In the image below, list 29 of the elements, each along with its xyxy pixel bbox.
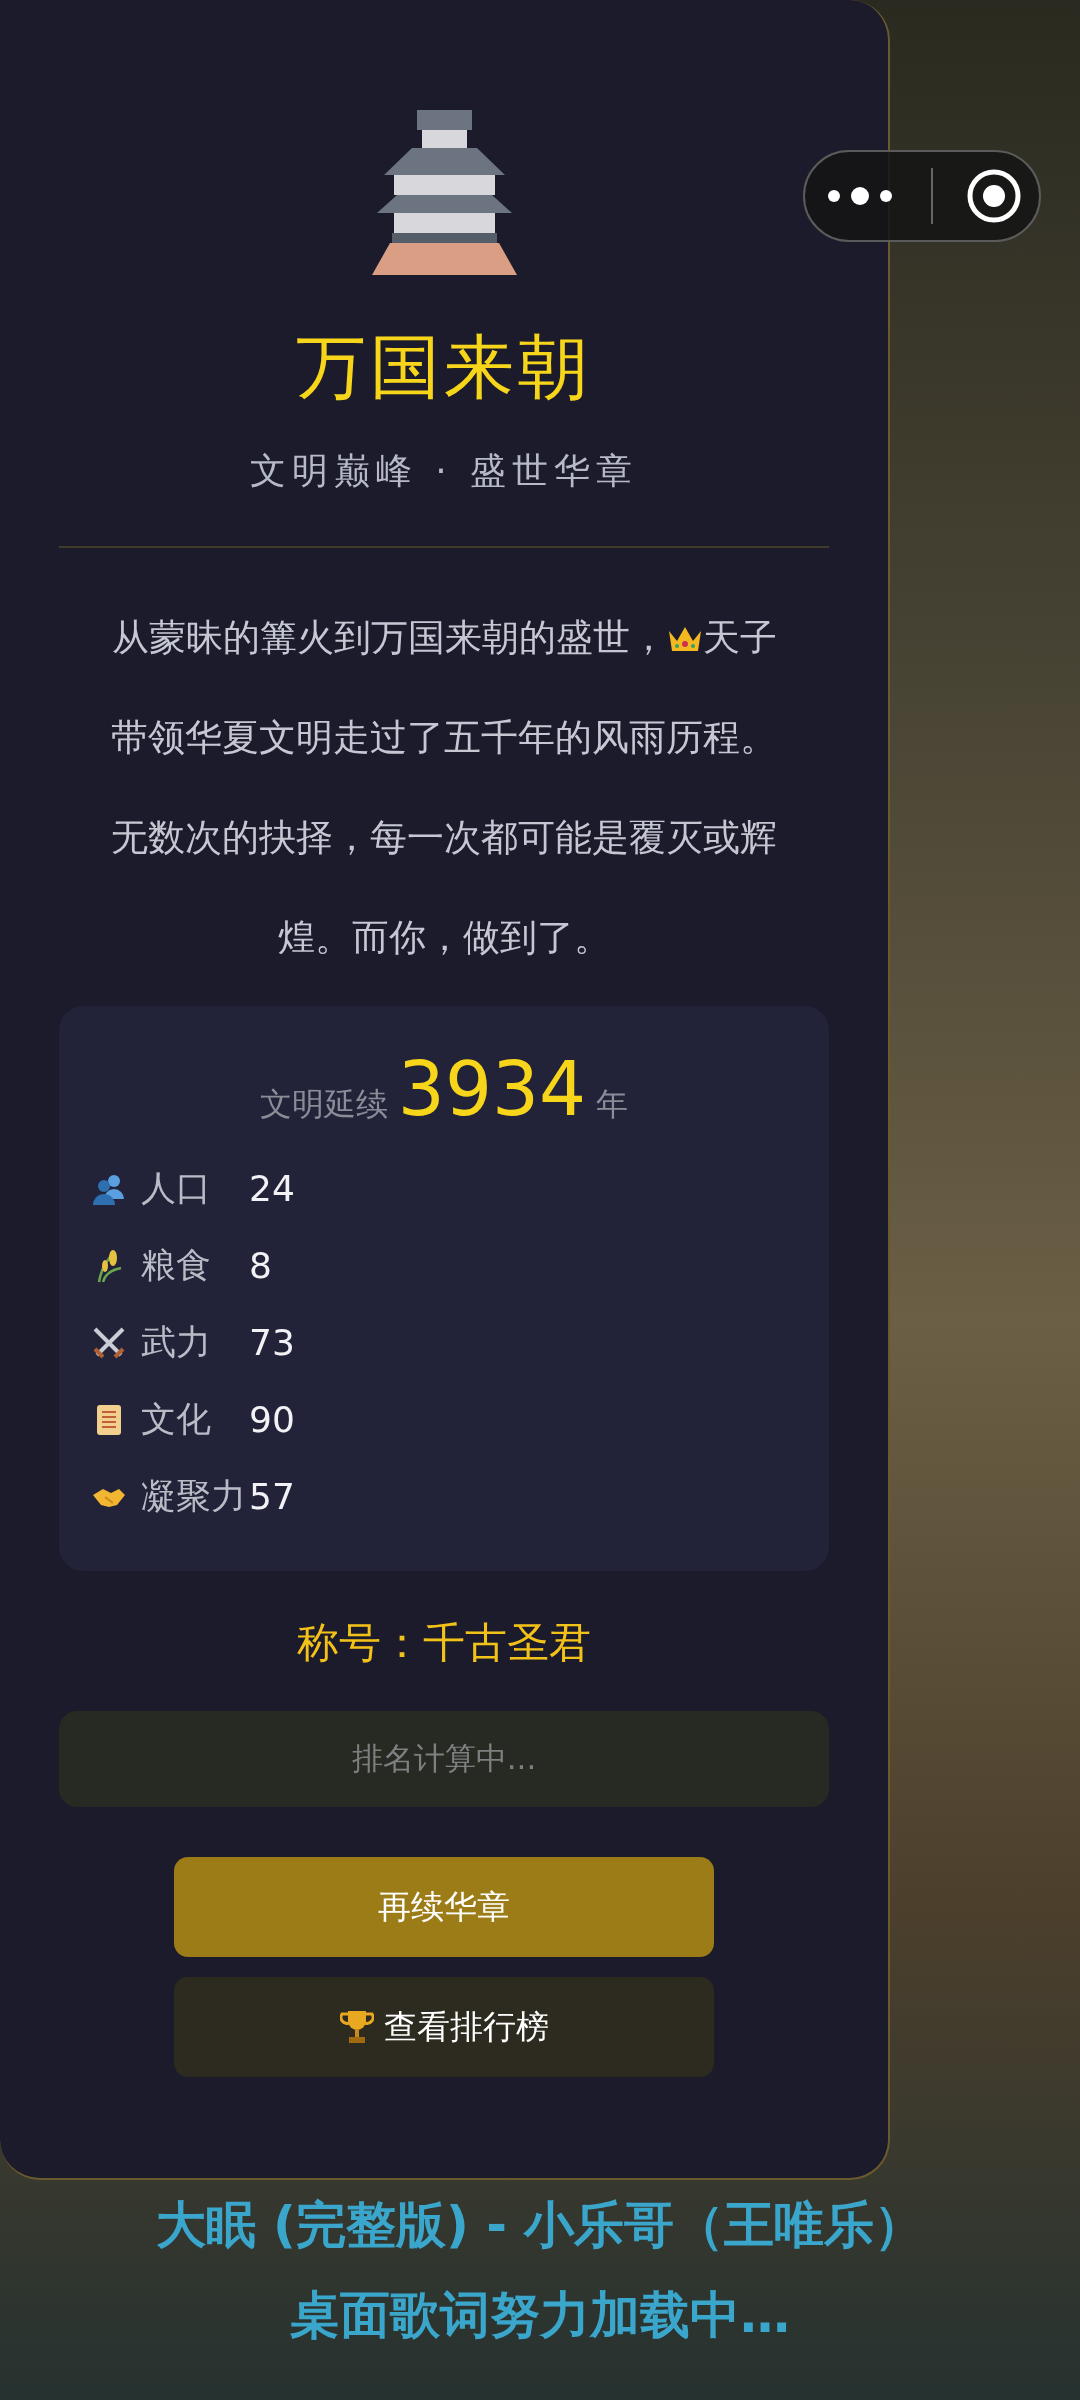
lyric-line: 大眠 (完整版) - 小乐哥（王唯乐）	[154, 2195, 926, 2256]
close-icon[interactable]	[966, 168, 1023, 224]
stat-value: 24	[249, 1168, 295, 1209]
leaderboard-button[interactable]: 查看排行榜	[174, 1977, 714, 2077]
story-text: 无数次的抉择，每一次都可能是覆灭或辉	[111, 815, 777, 861]
castle-icon	[371, 110, 517, 275]
trophy-icon	[339, 2009, 374, 2045]
continue-button[interactable]: 再续华章	[174, 1857, 714, 1957]
story-text: 从蒙昧的篝火到万国来朝的盛世，	[111, 615, 667, 661]
stat-label: 凝聚力	[141, 1475, 247, 1518]
stat-value: 73	[249, 1322, 295, 1363]
rank-status: 排名计算中...	[59, 1711, 829, 1807]
story-text: 天子	[702, 615, 777, 661]
result-title: 万国来朝	[296, 325, 592, 409]
rank-title: 称号：千古圣君	[297, 1617, 591, 1669]
result-subtitle: 文明巅峰 · 盛世华章	[249, 449, 639, 493]
duration-label: 文明延续	[259, 1084, 388, 1125]
stat-value: 90	[249, 1399, 295, 1440]
stat-value: 57	[249, 1476, 295, 1517]
stat-label: 粮食	[141, 1244, 212, 1287]
stat-label: 文化	[141, 1398, 212, 1441]
duration-unit: 年	[596, 1084, 629, 1125]
stat-value: 8	[249, 1245, 272, 1286]
duration-value: 3934	[397, 1046, 587, 1132]
story-text: 煌。而你，做到了。	[277, 915, 611, 961]
stat-label: 武力	[141, 1321, 212, 1364]
stat-label: 人口	[141, 1167, 212, 1210]
lyric-line: 桌面歌词努力加载中…	[289, 2285, 791, 2346]
story-text: 带领华夏文明走过了五千年的风雨历程。	[111, 715, 777, 761]
